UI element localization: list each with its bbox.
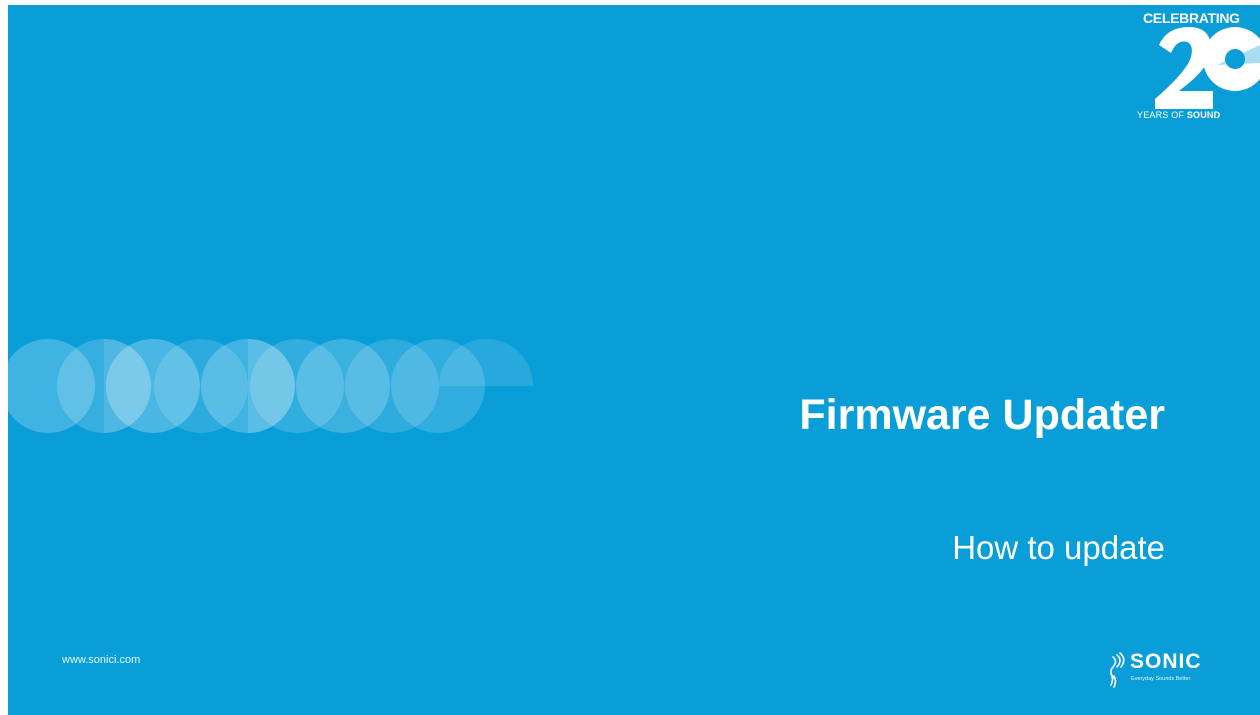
website-url: www.sonici.com	[62, 654, 141, 666]
slide-subtitle: How to update	[952, 529, 1165, 566]
badge-sound-text: SOUND	[1186, 110, 1221, 120]
brand-tagline: Everyday Sounds Better	[1131, 676, 1191, 682]
title-slide: Firmware Updater How to update www.sonic…	[8, 5, 1260, 715]
badge-bottom-text: YEARS OF SOUND	[1137, 110, 1220, 120]
anniversary-badge: CELEBRATING YEARS OF SOUND	[1137, 5, 1260, 125]
twenty-numeral-icon	[1155, 27, 1260, 109]
slide-title: Firmware Updater	[799, 391, 1165, 439]
badge-years-of-text: YEARS OF	[1137, 110, 1187, 120]
sonic-logo: SONIC Everyday Sounds Better	[1108, 650, 1218, 691]
sound-waves-icon	[1109, 652, 1125, 688]
decorative-circles-graphic	[8, 339, 533, 433]
brand-name: SONIC	[1130, 650, 1202, 673]
